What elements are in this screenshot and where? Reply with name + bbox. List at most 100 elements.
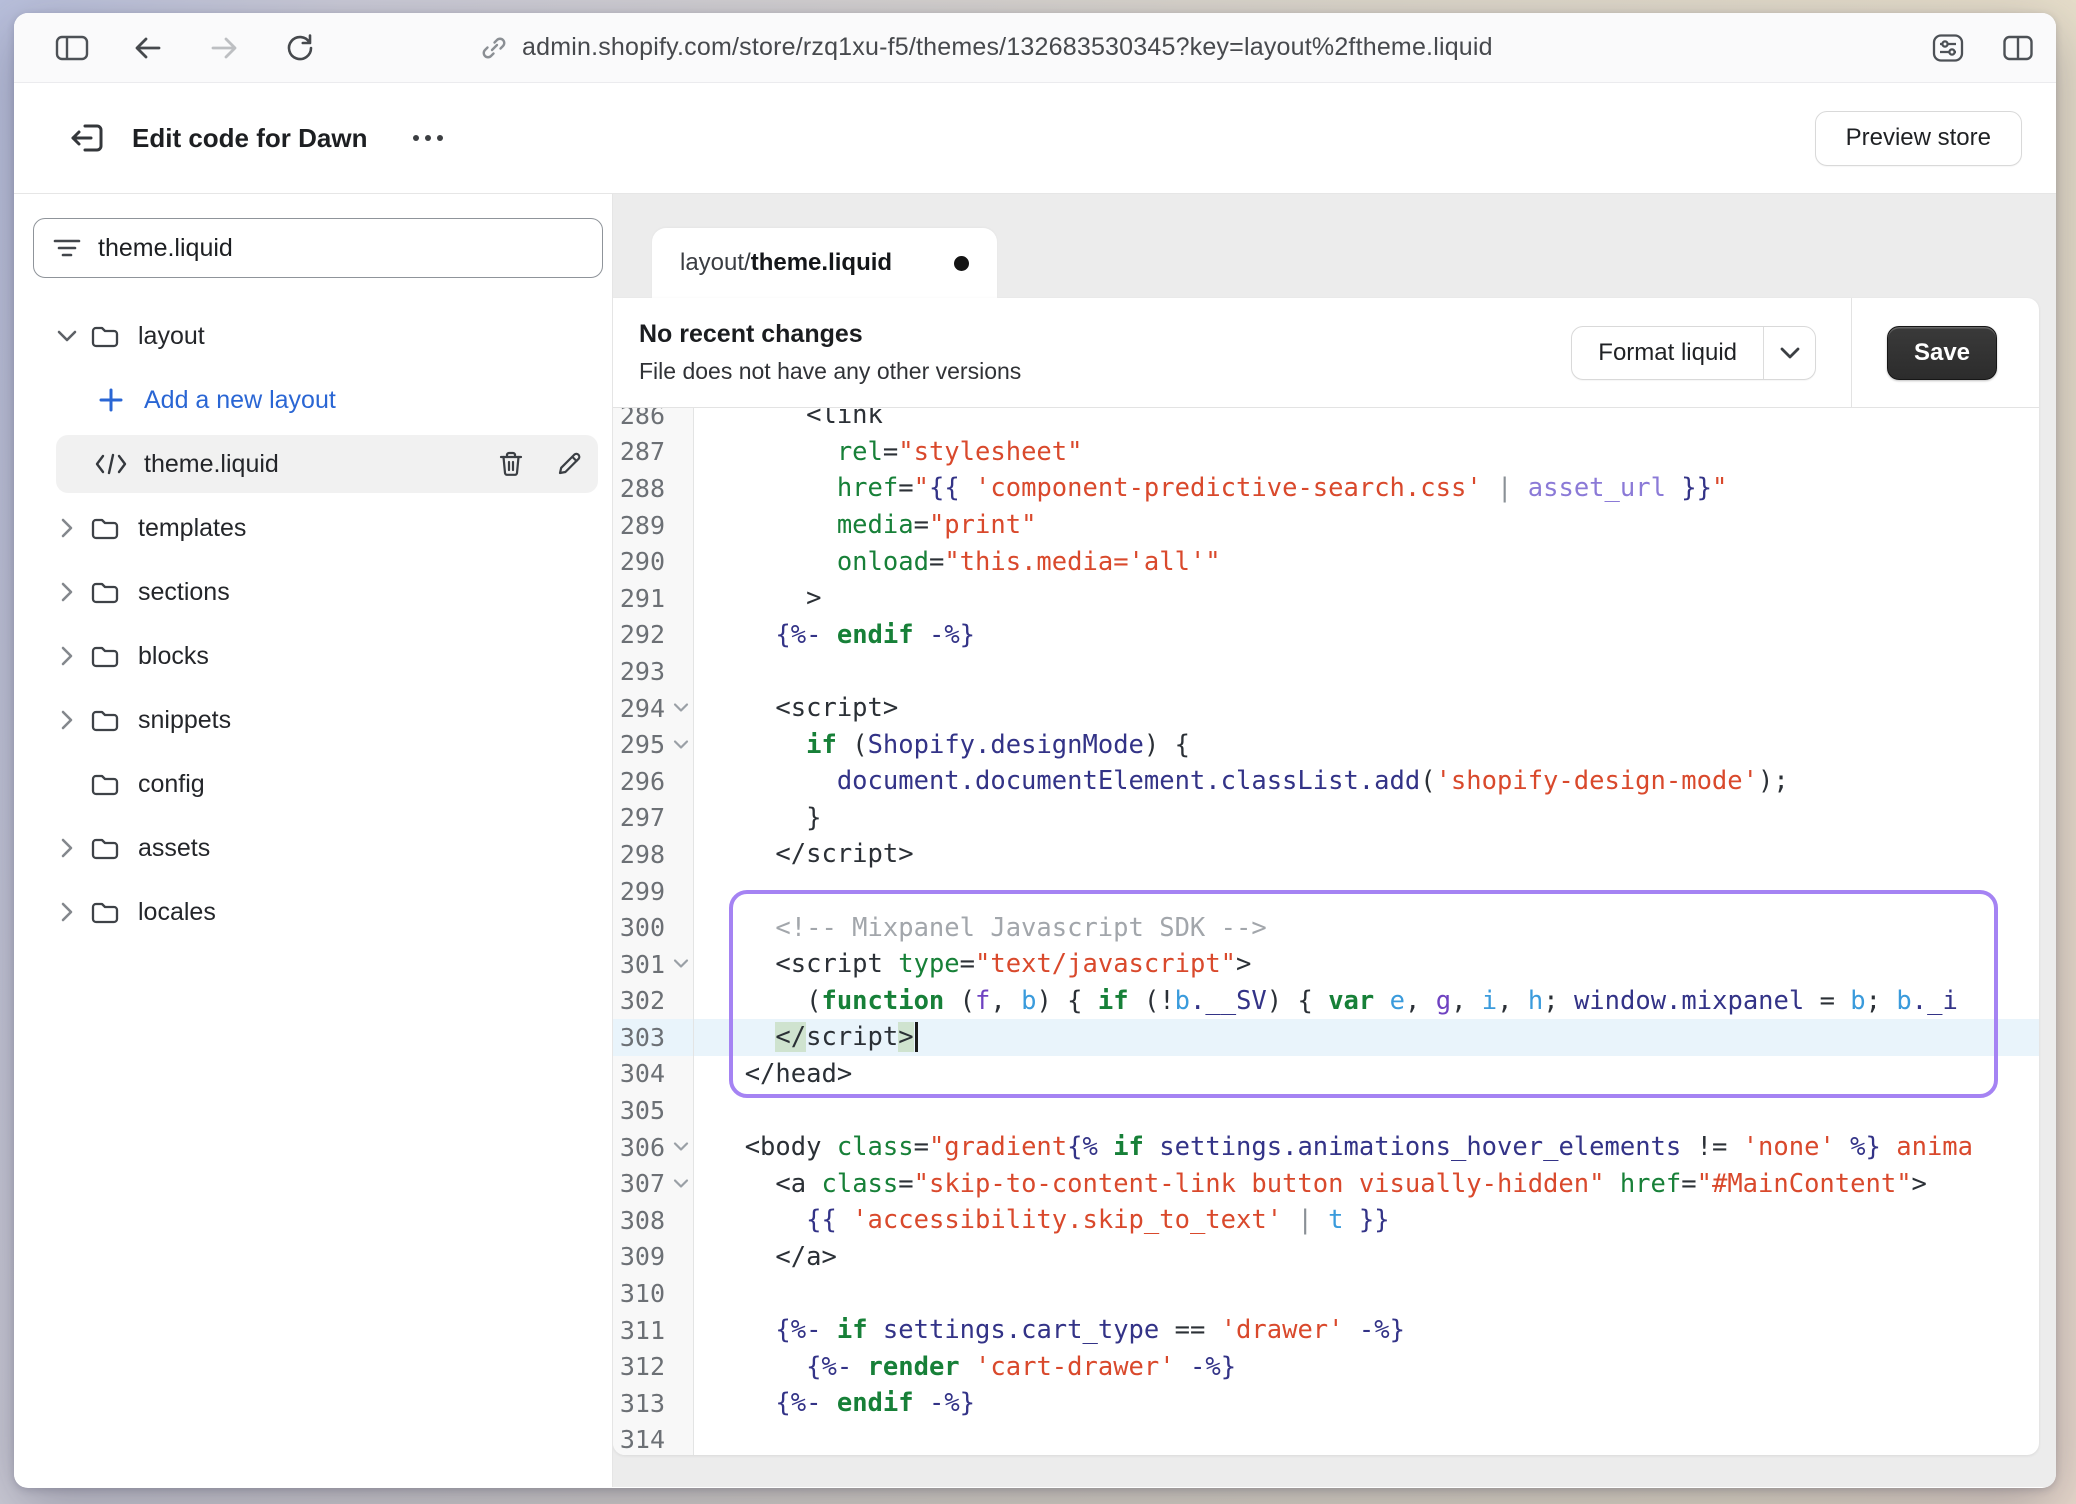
code-line-content[interactable]: rel="stylesheet" — [694, 434, 2039, 471]
folder-icon — [90, 515, 120, 541]
code-line-content[interactable]: href="{{ 'component-predictive-search.cs… — [694, 470, 2039, 507]
sidebar-item-theme-liquid[interactable]: theme.liquid — [14, 432, 612, 496]
code-line-310[interactable]: 310 — [613, 1275, 2039, 1312]
code-line-309[interactable]: 309 </a> — [613, 1239, 2039, 1276]
code-line-300[interactable]: 300 <!-- Mixpanel Javascript SDK --> — [613, 909, 2039, 946]
code-line-content[interactable]: document.documentElement.classList.add('… — [694, 763, 2039, 800]
sidebar-toggle-icon[interactable] — [50, 26, 94, 70]
code-line-307[interactable]: 307 <a class="skip-to-content-link butto… — [613, 1165, 2039, 1202]
code-line-content[interactable]: > — [694, 580, 2039, 617]
line-number: 311 — [613, 1312, 694, 1349]
code-line-content[interactable]: <script> — [694, 690, 2039, 727]
sidebar-item-add-a-new-layout[interactable]: Add a new layout — [14, 368, 612, 432]
fold-line-icon[interactable] — [673, 959, 689, 970]
code-line-291[interactable]: 291 > — [613, 580, 2039, 617]
file-search-input[interactable]: theme.liquid — [33, 218, 603, 278]
code-line-content[interactable]: if (Shopify.designMode) { — [694, 726, 2039, 763]
code-line-content[interactable]: <!-- Mixpanel Javascript SDK --> — [694, 909, 2039, 946]
code-line-314[interactable]: 314 — [613, 1422, 2039, 1455]
fold-line-icon[interactable] — [673, 739, 689, 750]
sidebar-item-label: blocks — [138, 642, 209, 671]
fold-line-icon[interactable] — [673, 703, 689, 714]
code-line-299[interactable]: 299 — [613, 873, 2039, 910]
chevron-down-icon — [1779, 346, 1801, 360]
code-line-306[interactable]: 306 <body class="gradient{% if settings.… — [613, 1129, 2039, 1166]
sidebar-item-label: locales — [138, 898, 216, 927]
code-line-296[interactable]: 296 document.documentElement.classList.a… — [613, 763, 2039, 800]
code-line-content[interactable]: onload="this.media='all'" — [694, 543, 2039, 580]
code-line-293[interactable]: 293 — [613, 653, 2039, 690]
address-bar[interactable]: admin.shopify.com/store/rzq1xu-f5/themes… — [480, 33, 1493, 62]
code-line-302[interactable]: 302 (function (f, b) { if (!b.__SV) { va… — [613, 983, 2039, 1020]
code-line-292[interactable]: 292 {%- endif -%} — [613, 617, 2039, 654]
preview-store-button[interactable]: Preview store — [1815, 111, 2022, 166]
code-line-297[interactable]: 297 } — [613, 800, 2039, 837]
tab-theme-liquid[interactable]: layout/theme.liquid — [652, 228, 997, 298]
sidebar-item-layout[interactable]: layout — [14, 304, 612, 368]
code-line-289[interactable]: 289 media="print" — [613, 507, 2039, 544]
code-editor[interactable]: 286 <link287 rel="stylesheet"288 href="{… — [613, 408, 2039, 1455]
code-line-312[interactable]: 312 {%- render 'cart-drawer' -%} — [613, 1348, 2039, 1385]
code-line-content[interactable]: </a> — [694, 1239, 2039, 1276]
format-liquid-button[interactable]: Format liquid — [1572, 327, 1763, 379]
reload-icon[interactable] — [278, 26, 322, 70]
line-number: 312 — [613, 1348, 694, 1385]
code-line-298[interactable]: 298 </script> — [613, 836, 2039, 873]
code-line-content[interactable]: <script type="text/javascript"> — [694, 946, 2039, 983]
sidebar-item-blocks[interactable]: blocks — [14, 624, 612, 688]
code-line-content[interactable]: (function (f, b) { if (!b.__SV) { var e,… — [694, 983, 2039, 1020]
sidebar-item-sections[interactable]: sections — [14, 560, 612, 624]
split-view-icon[interactable] — [1996, 26, 2040, 70]
sidebar-item-config[interactable]: config — [14, 752, 612, 816]
code-line-content[interactable] — [694, 1275, 2039, 1312]
code-line-303[interactable]: 303 </script> — [613, 1019, 2039, 1056]
browser-settings-icon[interactable] — [1926, 26, 1970, 70]
code-line-content[interactable]: <a class="skip-to-content-link button vi… — [694, 1165, 2039, 1202]
code-line-content[interactable]: {%- render 'cart-drawer' -%} — [694, 1348, 2039, 1385]
save-button[interactable]: Save — [1887, 326, 1997, 380]
sidebar-item-snippets[interactable]: snippets — [14, 688, 612, 752]
code-line-288[interactable]: 288 href="{{ 'component-predictive-searc… — [613, 470, 2039, 507]
sidebar-item-assets[interactable]: assets — [14, 816, 612, 880]
code-line-304[interactable]: 304 </head> — [613, 1056, 2039, 1093]
code-line-content[interactable]: {%- endif -%} — [694, 1385, 2039, 1422]
code-line-content[interactable]: </head> — [694, 1056, 2039, 1093]
code-line-content[interactable]: </script> — [694, 1019, 2039, 1056]
rename-file-icon — [555, 450, 583, 478]
back-icon[interactable] — [126, 26, 170, 70]
fold-line-icon[interactable] — [673, 1178, 689, 1189]
line-number: 298 — [613, 836, 694, 873]
delete-file-button[interactable] — [494, 447, 528, 481]
code-line-305[interactable]: 305 — [613, 1092, 2039, 1129]
code-line-content[interactable] — [694, 1092, 2039, 1129]
code-line-content[interactable]: </script> — [694, 836, 2039, 873]
code-line-287[interactable]: 287 rel="stylesheet" — [613, 434, 2039, 471]
fold-line-icon[interactable] — [673, 1142, 689, 1153]
code-line-286[interactable]: 286 <link — [613, 408, 2039, 434]
code-line-content[interactable]: media="print" — [694, 507, 2039, 544]
code-line-content[interactable]: {%- endif -%} — [694, 617, 2039, 654]
folder-icon — [90, 771, 120, 797]
code-line-content[interactable]: {{ 'accessibility.skip_to_text' | t }} — [694, 1202, 2039, 1239]
sidebar-item-locales[interactable]: locales — [14, 880, 612, 944]
sidebar-item-templates[interactable]: templates — [14, 496, 612, 560]
code-line-content[interactable]: <body class="gradient{% if settings.anim… — [694, 1129, 2039, 1166]
format-options-dropdown[interactable] — [1763, 327, 1815, 379]
code-line-content[interactable] — [694, 653, 2039, 690]
sidebar-item-label: templates — [138, 514, 246, 543]
code-line-content[interactable]: {%- if settings.cart_type == 'drawer' -%… — [694, 1312, 2039, 1349]
exit-editor-button[interactable] — [64, 115, 110, 161]
code-line-311[interactable]: 311 {%- if settings.cart_type == 'drawer… — [613, 1312, 2039, 1349]
code-line-content[interactable] — [694, 1422, 2039, 1455]
code-line-308[interactable]: 308 {{ 'accessibility.skip_to_text' | t … — [613, 1202, 2039, 1239]
code-line-content[interactable] — [694, 873, 2039, 910]
code-line-294[interactable]: 294 <script> — [613, 690, 2039, 727]
rename-file-button[interactable] — [552, 447, 586, 481]
code-line-290[interactable]: 290 onload="this.media='all'" — [613, 543, 2039, 580]
code-line-content[interactable]: <link — [694, 408, 2039, 434]
code-line-content[interactable]: } — [694, 800, 2039, 837]
code-line-301[interactable]: 301 <script type="text/javascript"> — [613, 946, 2039, 983]
code-line-295[interactable]: 295 if (Shopify.designMode) { — [613, 726, 2039, 763]
code-line-313[interactable]: 313 {%- endif -%} — [613, 1385, 2039, 1422]
more-actions-menu[interactable] — [403, 121, 453, 155]
